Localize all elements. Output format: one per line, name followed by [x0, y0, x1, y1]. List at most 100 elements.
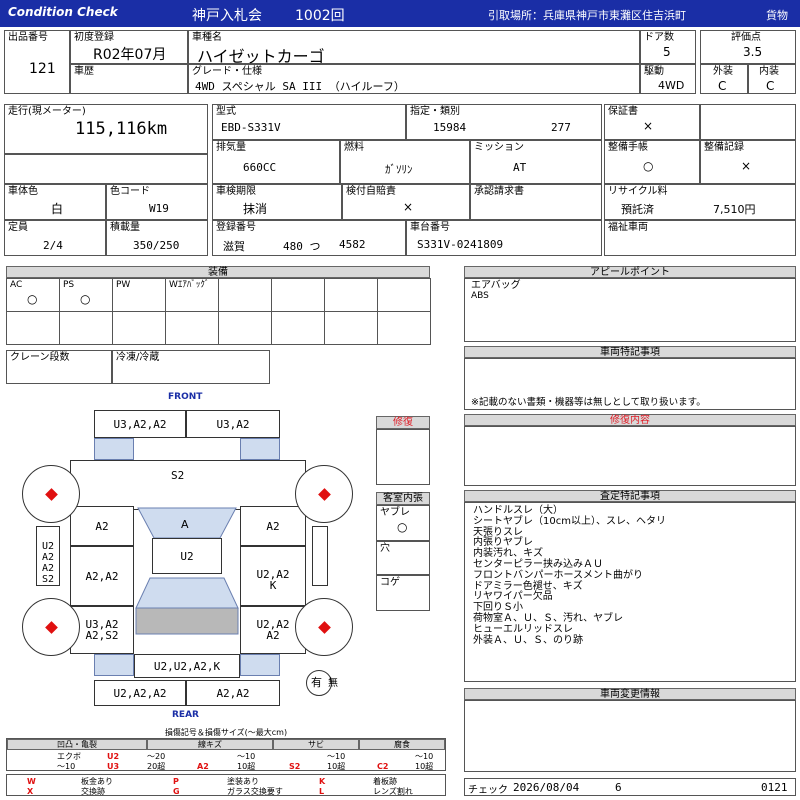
rear-bumper-left: U2,A2,A2 [94, 680, 186, 706]
header-bar: Condition Check 神戸入札会 1002回 引取場所：兵庫県神戸市東… [0, 0, 800, 27]
fuel: ｶﾞｿﾘﾝ [385, 163, 413, 176]
welfare-cell: 福祉車両 [604, 220, 796, 256]
equipment-grid: AC ○ PS ○ PW Wｴｱﾊﾞｯｸﾞ [6, 278, 431, 345]
mileage: 115,116km [75, 119, 168, 139]
inspection-line: 下回りＳ小 [473, 602, 523, 614]
registration-class: 480 つ [283, 240, 321, 253]
doors: 5 [663, 45, 671, 59]
liability-cell: 検付自賠責 × [342, 184, 470, 220]
wheel-mark [318, 488, 331, 501]
chassis-number: S331V-0241809 [417, 238, 504, 251]
roof-panel: U2 [152, 538, 222, 574]
appeal-line: ABS [471, 291, 489, 301]
legend-scratch-note: 10超 [237, 762, 256, 771]
exterior-grade-cell: 外装 C [700, 64, 748, 94]
car-name-cell: 車種名 ハイゼットカーゴ [188, 30, 640, 66]
maintenance-book: ○ [643, 159, 654, 173]
legend-code-key: L [319, 787, 325, 796]
appeal-line: エアバッグ [471, 280, 521, 291]
equipment-title: 装備 [6, 266, 430, 278]
equipment-cell [377, 311, 431, 345]
door-front-left: A2,A2 [70, 546, 134, 606]
front-label: FRONT [168, 392, 203, 402]
body-color-cell: 車体色 白 [4, 184, 106, 220]
equipment-cell: Wｴｱﾊﾞｯｸﾞ [165, 278, 219, 312]
first-registration-cell: 初度登録 R02年07月 [70, 30, 188, 64]
interior-tear-mark: ○ [397, 520, 408, 534]
mileage-extra-cell [4, 154, 208, 184]
freezer-cell: 冷凍/冷蔵 [112, 350, 270, 384]
wheel-mark [45, 621, 58, 634]
equipment-mark: ○ [80, 292, 91, 306]
mission: AT [513, 161, 527, 174]
legend-rust-head: サビ [273, 739, 359, 750]
interior-burn-cell: コゲ [376, 575, 430, 611]
warranty: × [643, 119, 654, 133]
wheel-front-right [295, 465, 353, 523]
equipment-label: PW [116, 280, 131, 290]
interior-title: 客室内張 [376, 492, 430, 505]
maintenance-record-cell: 整備記録 × [700, 140, 796, 184]
legend-code-value: ガラス交換要す [227, 787, 283, 796]
lot-number: 121 [29, 61, 56, 77]
check-date: 2026/08/04 [513, 781, 580, 794]
side-right-panel [312, 526, 328, 586]
equipment-cell [324, 278, 378, 312]
drive: 4WD [658, 79, 685, 92]
capacity-cell: 定員 2/4 [4, 220, 106, 256]
recycle-fee: 7,510円 [713, 203, 756, 216]
equipment-cell [218, 278, 272, 312]
equipment-cell [6, 311, 60, 345]
taillight-left [94, 654, 134, 676]
legend-damage-grid: 凹凸・亀裂 線キズ サビ 腐食 エクボ U2 ～20 ～10 U3 20超 ～1… [6, 738, 446, 771]
spare-tire-present: 有 [311, 676, 322, 689]
mission-cell: ミッション AT [470, 140, 602, 184]
designation-cell: 指定・類別 15984 277 [406, 104, 602, 140]
grade: 4WD スペシャル SA III （ハイルーフ） [195, 80, 405, 93]
inspection-expiry-cell: 車検期限 抹消 [212, 184, 342, 220]
legend-dent-head: 凹凸・亀裂 [7, 739, 147, 750]
legend-corrosion-head: 腐食 [359, 739, 445, 750]
auction-number: 1002回 [295, 8, 345, 24]
inspection-line: 荷物室Ａ、Ｕ、Ｓ、汚れ、ヤブレ [473, 613, 624, 624]
taillight-right [240, 654, 280, 676]
interior-hole-cell: 穴 [376, 541, 430, 575]
wheel-rear-right [295, 598, 353, 656]
inspection-line: シートヤブレ（10cm以上）、スレ、ヘタリ [473, 515, 666, 527]
doors-cell: ドア数 5 [640, 30, 696, 64]
change-info-title: 車両変更情報 [464, 688, 796, 700]
special-notes-box: ※記載のない書類・機器等は無しとして取り扱います。 [464, 358, 796, 410]
rear-label: REAR [172, 710, 199, 720]
model-cell: 型式 EBD-S331V [212, 104, 406, 140]
inspection-notes-box: ハンドルスレ（大） シートヤブレ（10cm以上）、スレ、ヘタリ 天張りスレ 内張りヤブ… [464, 502, 796, 682]
registration-area: 滋賀 [223, 240, 245, 253]
headlight-right [240, 438, 280, 460]
legend-dent-b-size: ～10 [57, 762, 76, 771]
recycle-status: 預託済 [621, 203, 654, 216]
appeal-box: エアバッグ ABS [464, 278, 796, 342]
color-code: W19 [149, 202, 169, 215]
body-color: 白 [51, 202, 64, 216]
legend-rust-note: 10超 [327, 762, 346, 771]
inspection-notes-title: 査定特記事項 [464, 490, 796, 502]
inspection-line: 内装汚れ、キズ [473, 548, 544, 560]
equipment-cell [165, 311, 219, 345]
legend-dent-b-note: 20超 [147, 762, 166, 771]
change-info-box [464, 700, 796, 772]
auction-name: 神戸入札会 [192, 8, 262, 24]
equipment-cell [377, 278, 431, 312]
inspection-line: ハンドルスレ（大） [473, 505, 563, 516]
inspection-line: 内張りヤブレ [473, 537, 533, 549]
equipment-cell [59, 311, 113, 345]
displacement-cell: 排気量 660CC [212, 140, 340, 184]
inspection-line: フロントバンパーホースメント曲がり [473, 569, 643, 581]
door-front-right: U2,A2 K [240, 546, 306, 606]
legend-scratch-head: 線キズ [147, 739, 273, 750]
cargo-area [135, 607, 239, 635]
lot-number-cell: 出品番号 121 [4, 30, 70, 94]
exterior-grade: C [718, 79, 727, 93]
warranty-cell: 保証書 × [604, 104, 700, 140]
equipment-cell [271, 311, 325, 345]
legend-title: 損傷記号＆損傷サイズ(～最大cm) [164, 728, 288, 737]
special-notes-text: ※記載のない書類・機器等は無しとして取り扱います。 [471, 397, 706, 408]
